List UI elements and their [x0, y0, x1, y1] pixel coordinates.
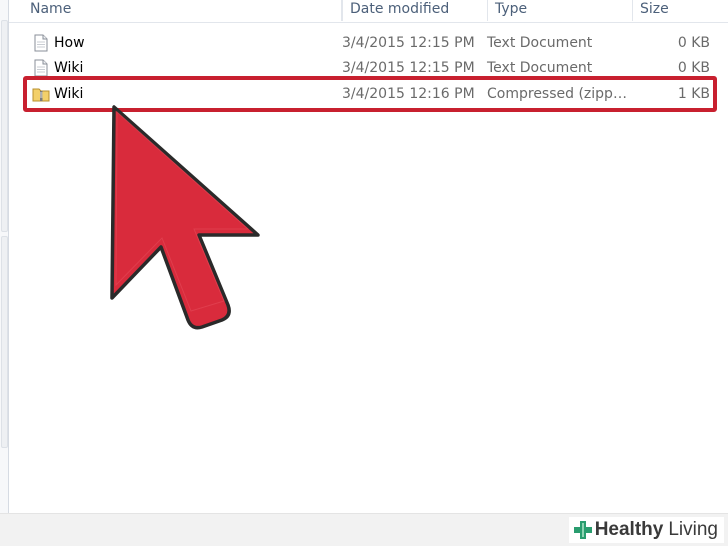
text-document-icon — [34, 34, 48, 52]
selection-highlight-box — [23, 76, 717, 112]
file-row-how[interactable]: How 3/4/2015 12:15 PM Text Document 0 KB — [24, 32, 716, 54]
column-header-date-modified[interactable]: Date modified — [342, 0, 488, 21]
plus-logo-icon — [573, 521, 592, 539]
column-header-name[interactable]: Name — [23, 0, 342, 21]
file-type: Text Document — [487, 35, 593, 51]
watermark-part1: Healthy — [594, 519, 664, 540]
bottom-bar: Healthy Living — [0, 513, 728, 546]
healthy-living-watermark: Healthy Living — [568, 517, 724, 543]
column-header-type[interactable]: Type — [488, 0, 633, 21]
watermark-part2: Living — [668, 519, 718, 540]
file-name: How — [54, 35, 85, 51]
text-document-icon — [34, 59, 48, 77]
file-size: 0 KB — [677, 35, 710, 51]
column-header-size[interactable]: Size — [633, 0, 728, 21]
left-scroll-track-upper — [1, 20, 8, 232]
left-scroll-track-lower — [1, 236, 8, 448]
column-header-bar: Name Date modified Type Size — [9, 0, 728, 23]
file-date-modified: 3/4/2015 12:15 PM — [342, 35, 475, 51]
window-left-edge — [0, 0, 9, 546]
